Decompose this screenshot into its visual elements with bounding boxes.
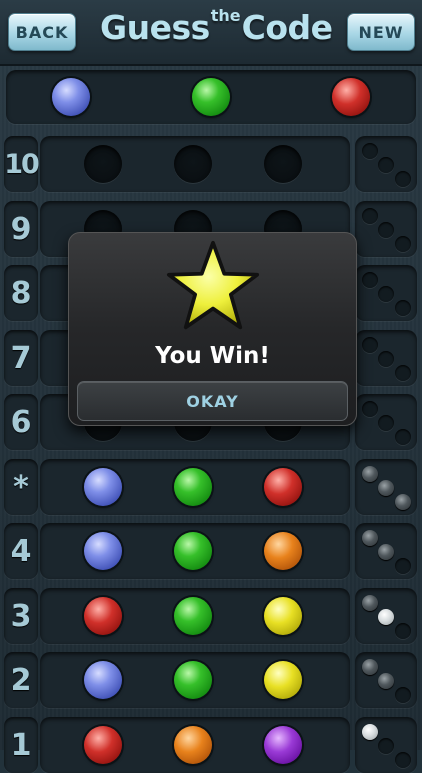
okay-button[interactable]: OKAY: [77, 381, 348, 421]
guess-peg[interactable]: [84, 661, 122, 699]
guess-peg[interactable]: [174, 661, 212, 699]
win-dialog: You Win! OKAY: [68, 232, 357, 426]
feedback-pegs: [355, 652, 417, 708]
feedback-dot: [378, 415, 394, 431]
code-peg: [332, 78, 370, 116]
row-number: 6: [4, 394, 38, 450]
game-board: BACK GuesstheCode NEW 10 9 8 7 6 * 4 3 2 1 You Wi…: [0, 0, 422, 773]
feedback-pegs: [355, 330, 417, 386]
feedback-dot: [395, 558, 411, 574]
feedback-pegs: [355, 717, 417, 773]
feedback-pegs: [355, 588, 417, 644]
secret-code-row: [6, 70, 416, 124]
feedback-dot: [378, 286, 394, 302]
feedback-dot: [362, 401, 378, 417]
guess-peg[interactable]: [174, 532, 212, 570]
guess-row[interactable]: [40, 717, 350, 773]
feedback-dot: [378, 738, 394, 754]
feedback-dot: [362, 208, 378, 224]
feedback-dot: [362, 530, 378, 546]
feedback-dot: [378, 157, 394, 173]
row-number: 8: [4, 265, 38, 321]
guess-peg[interactable]: [264, 726, 302, 764]
guess-peg[interactable]: [84, 597, 122, 635]
row-number: 1: [4, 717, 38, 773]
new-game-button[interactable]: NEW: [347, 13, 415, 51]
guess-peg[interactable]: [174, 597, 212, 635]
feedback-pegs: [355, 201, 417, 257]
guess-peg[interactable]: [264, 468, 302, 506]
title-guess: Guess: [100, 8, 210, 47]
guess-peg[interactable]: [84, 726, 122, 764]
title-the: the: [210, 6, 241, 25]
feedback-dot: [378, 544, 394, 560]
empty-peg-slot[interactable]: [264, 145, 302, 183]
feedback-dot: [362, 724, 378, 740]
guess-row[interactable]: [40, 588, 350, 644]
empty-peg-slot[interactable]: [174, 145, 212, 183]
row-number: 3: [4, 588, 38, 644]
feedback-dot: [362, 272, 378, 288]
feedback-dot: [395, 687, 411, 703]
feedback-dot: [362, 595, 378, 611]
feedback-dot: [395, 171, 411, 187]
star-icon: [166, 240, 260, 330]
guess-row[interactable]: [40, 136, 350, 192]
guess-peg[interactable]: [84, 532, 122, 570]
guess-peg[interactable]: [84, 468, 122, 506]
row-number: 2: [4, 652, 38, 708]
feedback-dot: [378, 609, 394, 625]
guess-row[interactable]: [40, 652, 350, 708]
feedback-dot: [378, 222, 394, 238]
feedback-pegs: [355, 523, 417, 579]
feedback-dot: [395, 623, 411, 639]
feedback-dot: [395, 236, 411, 252]
feedback-dot: [395, 494, 411, 510]
header-bar: BACK GuesstheCode NEW: [0, 0, 422, 66]
feedback-dot: [378, 673, 394, 689]
feedback-dot: [395, 752, 411, 768]
guess-row[interactable]: [40, 523, 350, 579]
feedback-dot: [362, 466, 378, 482]
app-title: GuesstheCode: [100, 6, 333, 58]
feedback-dot: [395, 365, 411, 381]
win-message: You Win!: [155, 343, 270, 369]
row-number: 7: [4, 330, 38, 386]
guess-peg[interactable]: [174, 726, 212, 764]
guess-peg[interactable]: [174, 468, 212, 506]
guess-peg[interactable]: [264, 661, 302, 699]
feedback-dot: [362, 659, 378, 675]
feedback-dot: [395, 300, 411, 316]
feedback-dot: [362, 337, 378, 353]
empty-peg-slot[interactable]: [84, 145, 122, 183]
row-number: 9: [4, 201, 38, 257]
guess-peg[interactable]: [264, 532, 302, 570]
code-peg: [52, 78, 90, 116]
feedback-pegs: [355, 265, 417, 321]
row-number: *: [4, 459, 38, 515]
guess-peg[interactable]: [264, 597, 302, 635]
back-button[interactable]: BACK: [8, 13, 76, 51]
row-number: 4: [4, 523, 38, 579]
guess-row[interactable]: [40, 459, 350, 515]
feedback-pegs: [355, 459, 417, 515]
feedback-dot: [395, 429, 411, 445]
feedback-pegs: [355, 394, 417, 450]
feedback-dot: [378, 480, 394, 496]
feedback-pegs: [355, 136, 417, 192]
code-peg: [192, 78, 230, 116]
title-code: Code: [241, 8, 333, 47]
row-number: 10: [4, 136, 40, 192]
feedback-dot: [378, 351, 394, 367]
feedback-dot: [362, 143, 378, 159]
